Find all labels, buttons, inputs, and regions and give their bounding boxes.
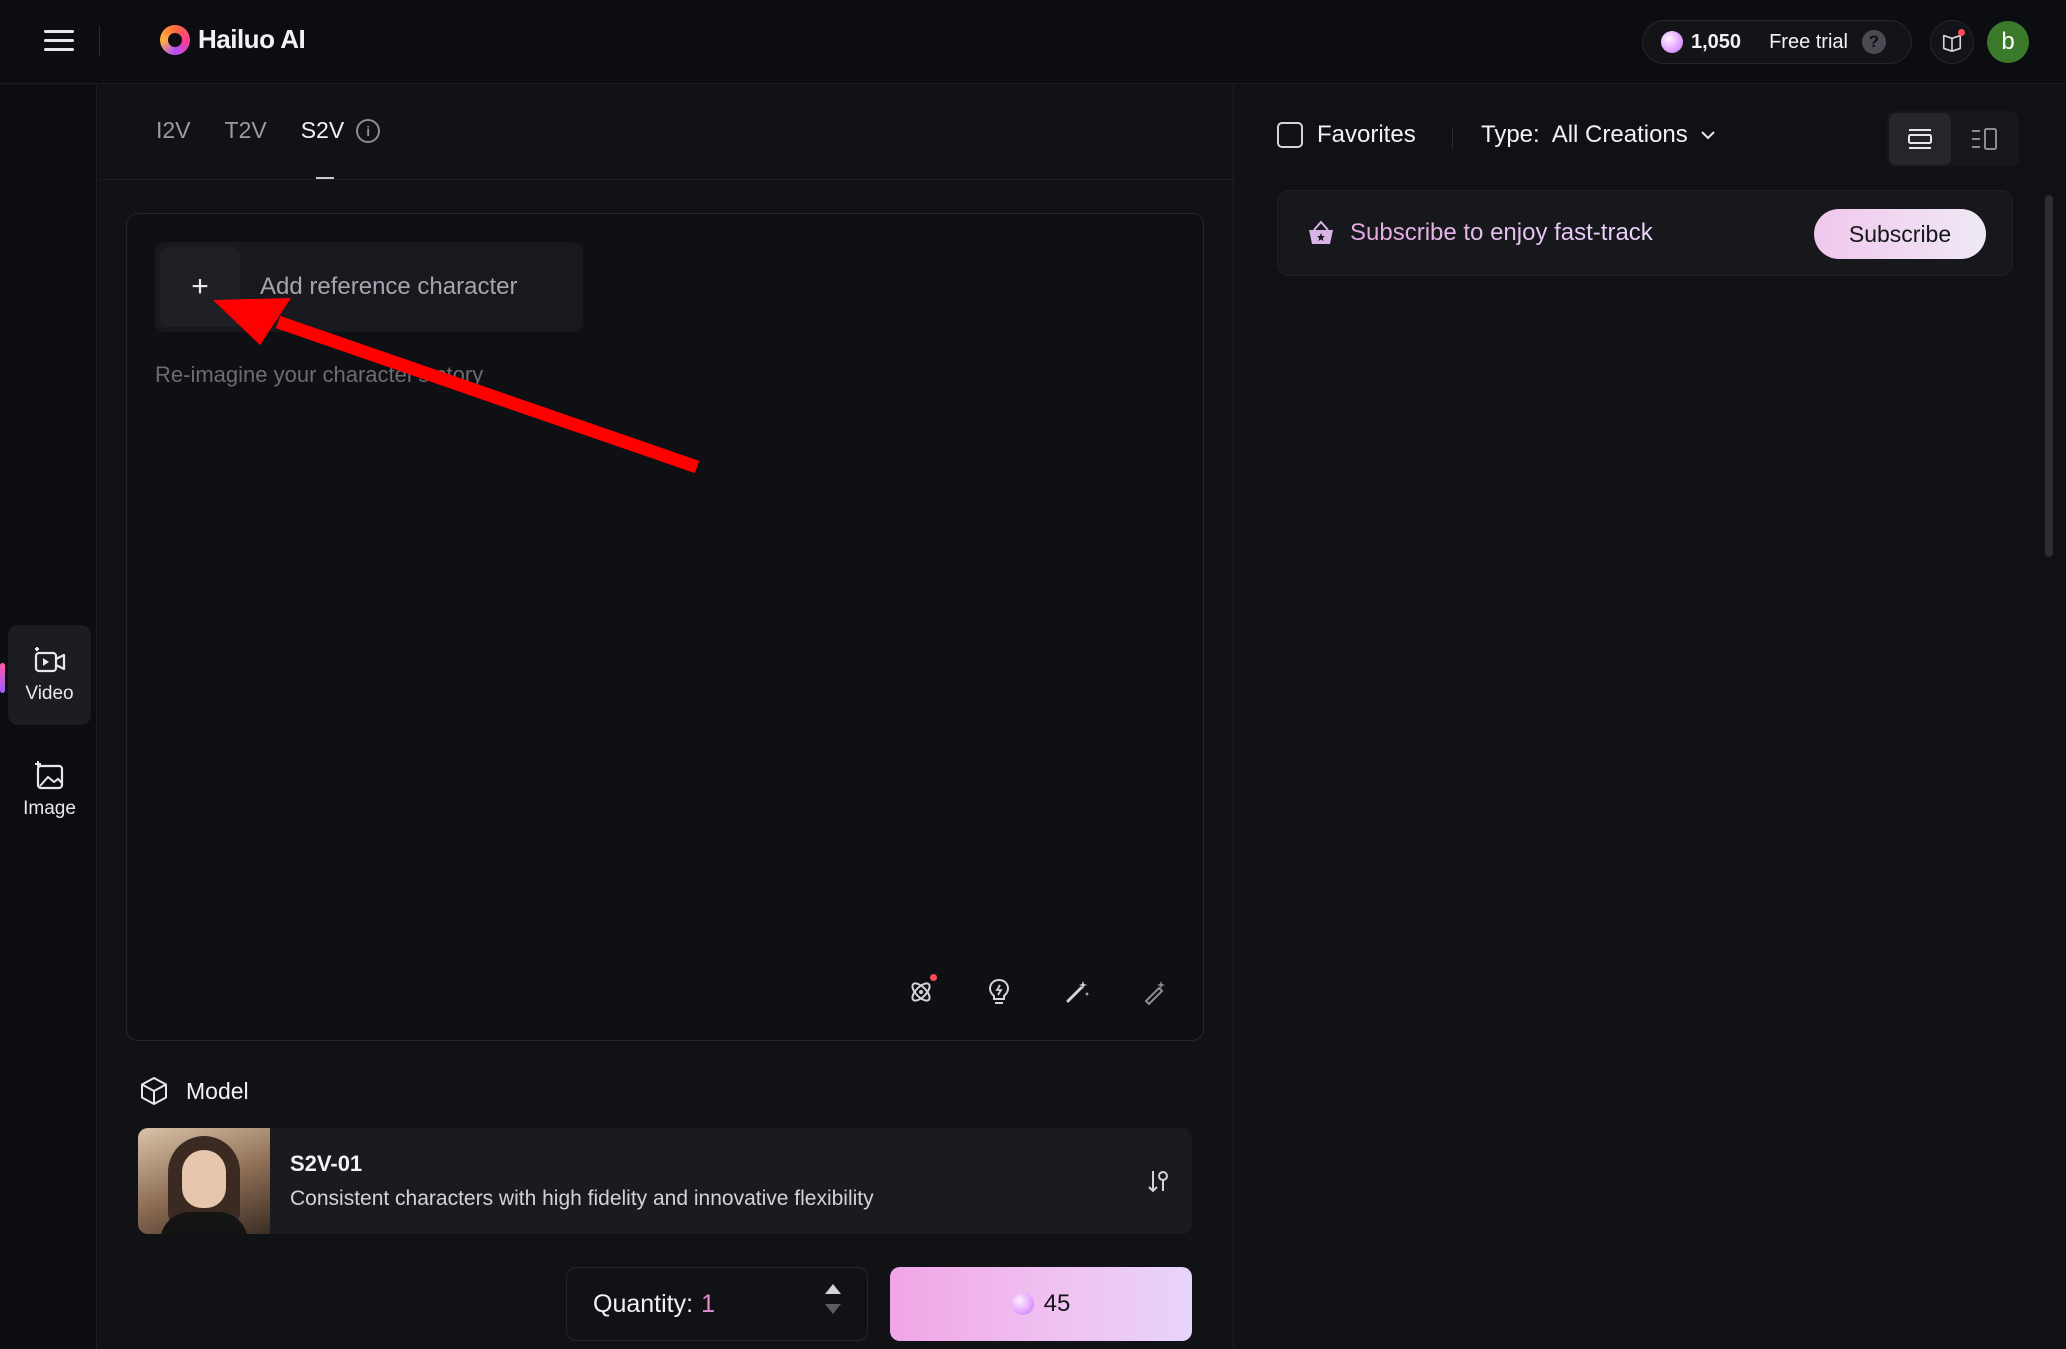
credit-gem-icon bbox=[1661, 31, 1683, 53]
inspiration-bulb-icon[interactable] bbox=[981, 974, 1017, 1010]
app-name: Hailuo AI bbox=[198, 24, 306, 54]
help-icon[interactable]: ? bbox=[1861, 30, 1886, 54]
list-view-button[interactable] bbox=[1889, 113, 1951, 165]
type-label: Type: bbox=[1481, 121, 1540, 148]
grid-view-icon bbox=[1972, 128, 1997, 150]
free-trial-label[interactable]: Free trial bbox=[1769, 31, 1848, 54]
library-scrollbar[interactable] bbox=[2045, 195, 2053, 557]
generate-button[interactable]: 45 bbox=[890, 1267, 1192, 1341]
vip-basket-icon bbox=[1309, 220, 1333, 244]
prompt-input[interactable] bbox=[155, 362, 1175, 842]
list-view-icon bbox=[1908, 129, 1932, 149]
video-icon bbox=[34, 647, 65, 673]
plus-icon: + bbox=[160, 247, 240, 327]
image-icon bbox=[34, 761, 63, 790]
hailuo-logo-icon bbox=[160, 24, 190, 55]
type-value: All Creations bbox=[1551, 121, 1688, 148]
favorites-filter[interactable]: Favorites bbox=[1277, 121, 1416, 149]
filter-divider bbox=[1452, 127, 1453, 149]
grid-view-button[interactable] bbox=[1953, 113, 2015, 165]
subscribe-banner: Subscribe to enjoy fast-track Subscribe bbox=[1277, 190, 2013, 276]
rail-item-label: Image bbox=[23, 798, 76, 819]
add-reference-character-button[interactable]: + Add reference character bbox=[155, 242, 583, 332]
decrement-arrow-icon[interactable] bbox=[825, 1304, 841, 1314]
app-logo[interactable]: Hailuo AI bbox=[160, 24, 306, 55]
view-toggle bbox=[1887, 111, 2019, 167]
model-name: S2V-01 bbox=[290, 1151, 363, 1176]
generate-cost: 45 bbox=[1043, 1290, 1071, 1317]
add-reference-label: Add reference character bbox=[260, 273, 518, 300]
rail-item-label: Video bbox=[25, 683, 74, 704]
quantity-value: 1 bbox=[701, 1289, 715, 1318]
hamburger-menu-icon[interactable] bbox=[44, 30, 74, 54]
model-description: Consistent characters with high fidelity… bbox=[290, 1187, 874, 1210]
top-bar: Hailuo AI 1,050 Free trial ? b bbox=[0, 0, 2066, 84]
magic-wand-icon[interactable] bbox=[1059, 974, 1095, 1010]
model-info: S2V-01 Consistent characters with high f… bbox=[290, 1151, 874, 1211]
creation-panel: I2V T2V S2V i + Add reference character bbox=[98, 85, 1234, 1349]
mode-tabs: I2V T2V S2V i bbox=[156, 117, 381, 144]
quantity-step-buttons[interactable] bbox=[825, 1284, 841, 1314]
favorites-checkbox[interactable] bbox=[1277, 122, 1303, 148]
credit-gem-icon bbox=[1011, 1293, 1034, 1315]
info-icon[interactable]: i bbox=[356, 118, 381, 143]
quantity-label: Quantity: bbox=[593, 1289, 694, 1318]
prompt-tools bbox=[903, 974, 1173, 1010]
subscribe-text: Subscribe to enjoy fast-track bbox=[1350, 219, 1653, 246]
credits-balance: 1,050 bbox=[1691, 30, 1742, 53]
tab-s2v[interactable]: S2V bbox=[301, 117, 344, 144]
guide-book-button[interactable] bbox=[1930, 20, 1974, 64]
tabs-divider bbox=[98, 179, 1234, 180]
subscribe-button[interactable]: Subscribe bbox=[1814, 209, 1986, 259]
cube-icon bbox=[141, 1077, 167, 1105]
notification-dot bbox=[1958, 29, 1965, 36]
model-thumbnail bbox=[138, 1128, 270, 1234]
active-rail-indicator bbox=[0, 663, 5, 693]
prompt-enhance-icon[interactable] bbox=[1137, 974, 1173, 1010]
subject-reference-icon[interactable] bbox=[903, 974, 939, 1010]
rail-item-video[interactable]: Video bbox=[8, 625, 91, 725]
library-panel: Favorites Type: All Creations Subscribe … bbox=[1235, 85, 2066, 1349]
model-selector-card[interactable]: S2V-01 Consistent characters with high f… bbox=[138, 1128, 1192, 1234]
model-section-label: Model bbox=[186, 1077, 249, 1104]
rail-item-image[interactable]: Image bbox=[8, 740, 91, 840]
model-section-header: Model bbox=[138, 1075, 249, 1107]
model-settings-icon[interactable] bbox=[1146, 1168, 1170, 1199]
type-filter-dropdown[interactable]: Type: All Creations bbox=[1481, 121, 1716, 149]
increment-arrow-icon[interactable] bbox=[825, 1284, 841, 1294]
notification-dot bbox=[930, 974, 937, 981]
header-divider bbox=[99, 26, 100, 56]
prompt-editor: + Add reference character bbox=[126, 213, 1204, 1041]
tab-i2v[interactable]: I2V bbox=[156, 117, 191, 144]
tab-t2v[interactable]: T2V bbox=[225, 117, 267, 144]
chevron-down-icon bbox=[1701, 131, 1715, 140]
credits-pill[interactable]: 1,050 Free trial ? bbox=[1642, 20, 1912, 64]
favorites-label: Favorites bbox=[1317, 121, 1416, 148]
user-avatar[interactable]: b bbox=[1987, 21, 2029, 63]
left-rail: Video Image bbox=[0, 85, 97, 1349]
quantity-stepper[interactable]: Quantity: 1 bbox=[566, 1267, 868, 1341]
